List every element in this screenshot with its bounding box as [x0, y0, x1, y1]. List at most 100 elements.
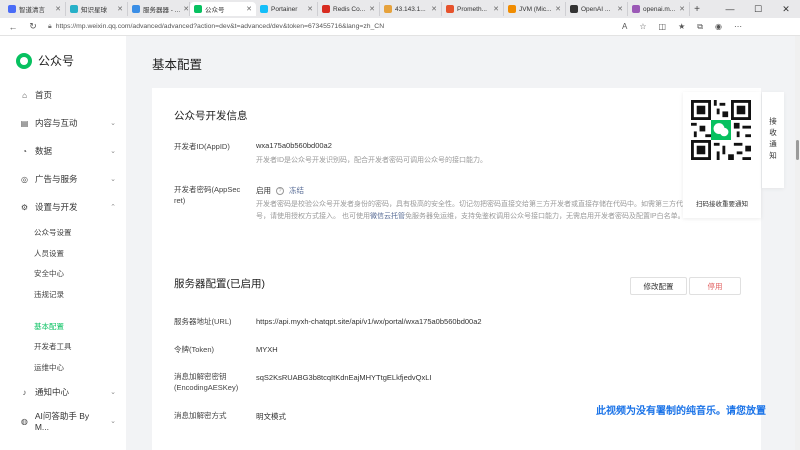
sidebar-item-settings[interactable]: ⚙ 设置与开发 ⌃ — [20, 200, 116, 214]
megaphone-icon: ◎ — [21, 174, 28, 184]
tab-favicon-icon — [446, 5, 454, 13]
sidebar-item-notify[interactable]: ♪ 通知中心 ⌄ — [20, 385, 117, 399]
tab-close-icon[interactable]: ✕ — [369, 5, 375, 13]
tab-close-icon[interactable]: ✕ — [679, 5, 685, 13]
sidebar-item-ai[interactable]: ◍ AI问答助手 By M... ⌄ — [20, 411, 116, 432]
browser-tab[interactable]: OpenAI ... ✕ — [566, 2, 628, 16]
tab-close-icon[interactable]: ✕ — [183, 5, 189, 13]
sidebar-item-ads[interactable]: ◎ 广告与服务 ⌄ — [20, 172, 116, 186]
tab-close-icon[interactable]: ✕ — [617, 5, 623, 13]
close-window-button[interactable]: ✕ — [772, 0, 800, 18]
sidebar-item-home[interactable]: ⌂ 首页 — [20, 88, 116, 102]
secret-desc-line: 开发者密码是校验公众号开发者身份的密码，具有极高的安全性。切记勿把密码直接交给第… — [256, 201, 711, 208]
page-scrollbar[interactable] — [795, 36, 800, 450]
new-tab-button[interactable]: + — [690, 4, 704, 15]
qr-notify-box[interactable]: 扫码接收重要通知 — [683, 92, 761, 218]
address-bar: ← ↻ 🔒︎ https://mp.weixin.qq.com/advanced… — [0, 18, 800, 36]
browser-tab[interactable]: 智道清言 ✕ — [4, 2, 66, 16]
tab-close-icon[interactable]: ✕ — [307, 5, 313, 13]
browser-tab[interactable]: Prometh... ✕ — [442, 2, 504, 16]
tab-title: Prometh... — [457, 5, 487, 13]
sidebar-sub-dev-tools[interactable]: 开发者工具 — [34, 341, 72, 352]
bell-icon: ♪ — [22, 387, 27, 397]
sidebar-sub-security[interactable]: 安全中心 — [34, 268, 64, 279]
refresh-icon[interactable]: ↻ — [28, 21, 38, 32]
profile-icon[interactable]: ◉ — [715, 22, 722, 32]
disable-button[interactable]: 停用 — [689, 277, 741, 295]
browser-tab[interactable]: 知识星球 ✕ — [66, 2, 128, 16]
qr-code-icon — [691, 100, 751, 160]
tab-close-icon[interactable]: ✕ — [431, 5, 437, 13]
chevron-down-icon: ⌄ — [110, 148, 116, 155]
appid-label: 开发者ID(AppID) — [174, 142, 230, 151]
tab-favicon-icon — [508, 5, 516, 13]
ai-assistant-icon: ◍ — [20, 416, 28, 426]
sidebar-item-label: 设置与开发 — [35, 202, 78, 212]
tab-close-icon[interactable]: ✕ — [555, 5, 561, 13]
favorite-icon[interactable]: ☆ — [639, 22, 646, 32]
document-icon: ▤ — [20, 118, 29, 128]
browser-tab[interactable]: Redis Co... ✕ — [318, 2, 380, 16]
maximize-button[interactable]: ☐ — [744, 0, 772, 18]
favorites-bar-icon[interactable]: ★ — [678, 22, 685, 32]
encryption-mode-label: 消息加解密方式 — [174, 411, 227, 420]
read-aloud-icon[interactable]: A — [622, 22, 627, 32]
window-controls: — ☐ ✕ — [716, 0, 800, 18]
sidebar-item-label: 内容与互动 — [35, 118, 78, 128]
sidebar-sub-account[interactable]: 公众号设置 — [34, 227, 72, 238]
browser-tab[interactable]: 43.143.1... ✕ — [380, 2, 442, 16]
server-config-title: 服务器配置(已启用) — [174, 278, 265, 290]
freeze-link[interactable]: 冻结 — [289, 185, 304, 196]
url-field[interactable]: 🔒︎ https://mp.weixin.qq.com/advanced/adv… — [48, 20, 608, 33]
sidebar-item-data[interactable]: ◔ 数据 ⌄ — [20, 144, 116, 158]
help-icon[interactable]: ? — [276, 186, 284, 195]
back-icon[interactable]: ← — [8, 22, 18, 32]
tab-close-icon[interactable]: ✕ — [55, 5, 61, 13]
tab-close-icon[interactable]: ✕ — [117, 5, 123, 13]
edit-config-button[interactable]: 修改配置 — [630, 277, 687, 295]
sidebar-item-content[interactable]: ▤ 内容与互动 ⌄ — [20, 116, 116, 130]
browser-tab[interactable]: 服务器器 - ... ✕ — [128, 2, 190, 16]
home-icon: ⌂ — [22, 90, 27, 100]
cloud-hosting-link[interactable]: 微信云托管 — [370, 213, 405, 220]
tab-title: OpenAI ... — [581, 5, 611, 13]
server-config-card: 服务器配置(已启用) 修改配置 停用 服务器地址(URL) https://ap… — [152, 256, 761, 450]
secret-desc: 开发者密码是校验公众号开发者身份的密码，具有极高的安全性。切记勿把密码直接交给第… — [256, 199, 746, 223]
server-url-value: https://api.myxh-chatqpt.site/api/v1/wx/… — [256, 317, 482, 326]
qr-caption: 扫码接收重要通知 — [696, 201, 748, 208]
tab-favicon-icon — [260, 5, 268, 13]
chart-icon: ◔ — [22, 146, 27, 156]
tab-title: 43.143.1... — [395, 5, 426, 13]
sidebar-sub-ops[interactable]: 运维中心 — [34, 362, 64, 373]
page: 公众号 ⌂ 首页 ▤ 内容与互动 ⌄ ◔ 数据 ⌄ ◎ 广告与服务 ⌄ ⚙ 设置… — [0, 36, 800, 450]
sidebar-sub-basic-config[interactable]: 基本配置 — [34, 321, 64, 332]
tab-title: 智道清言 — [19, 7, 45, 14]
browser-tab[interactable]: JVM (Mic... ✕ — [504, 2, 566, 16]
collections-icon[interactable]: ⧉ — [697, 22, 703, 32]
sidebar-sub-people[interactable]: 人员设置 — [34, 248, 64, 259]
tab-favicon-icon — [132, 5, 140, 13]
sidebar-item-label: 通知中心 — [35, 387, 70, 397]
logo[interactable]: 公众号 — [16, 52, 74, 69]
page-title: 基本配置 — [152, 58, 203, 72]
sidebar-item-label: 数据 — [35, 146, 53, 156]
receive-notify-tab[interactable]: 接收通知 — [762, 92, 784, 188]
scrollbar-thumb[interactable] — [796, 140, 799, 160]
split-screen-icon[interactable]: ◫ — [659, 22, 667, 32]
sidebar-sub-violation[interactable]: 违规记录 — [34, 289, 64, 300]
minimize-button[interactable]: — — [716, 0, 744, 18]
tab-favicon-icon — [194, 5, 202, 13]
browser-tab[interactable]: openai.m... ✕ — [628, 2, 690, 16]
tab-close-icon[interactable]: ✕ — [246, 5, 252, 13]
secret-desc-line: 号，请使用授权方式接入。 也可使用微信云托管免服务器免运维，支持免鉴权调用公众号… — [256, 211, 746, 223]
tab-title: 知识星球 — [81, 7, 107, 14]
sidebar-item-label: 首页 — [35, 90, 53, 100]
tab-favicon-icon — [384, 5, 392, 13]
aes-key-label-line: (EncodingAESKey) — [174, 383, 239, 392]
tab-close-icon[interactable]: ✕ — [493, 5, 499, 13]
tab-favicon-icon — [70, 5, 78, 13]
more-menu-icon[interactable]: ⋯ — [734, 22, 742, 32]
tab-favicon-icon — [8, 5, 16, 13]
browser-tab[interactable]: 公众号 ✕ — [190, 2, 256, 16]
browser-tab[interactable]: Portainer ✕ — [256, 2, 318, 16]
